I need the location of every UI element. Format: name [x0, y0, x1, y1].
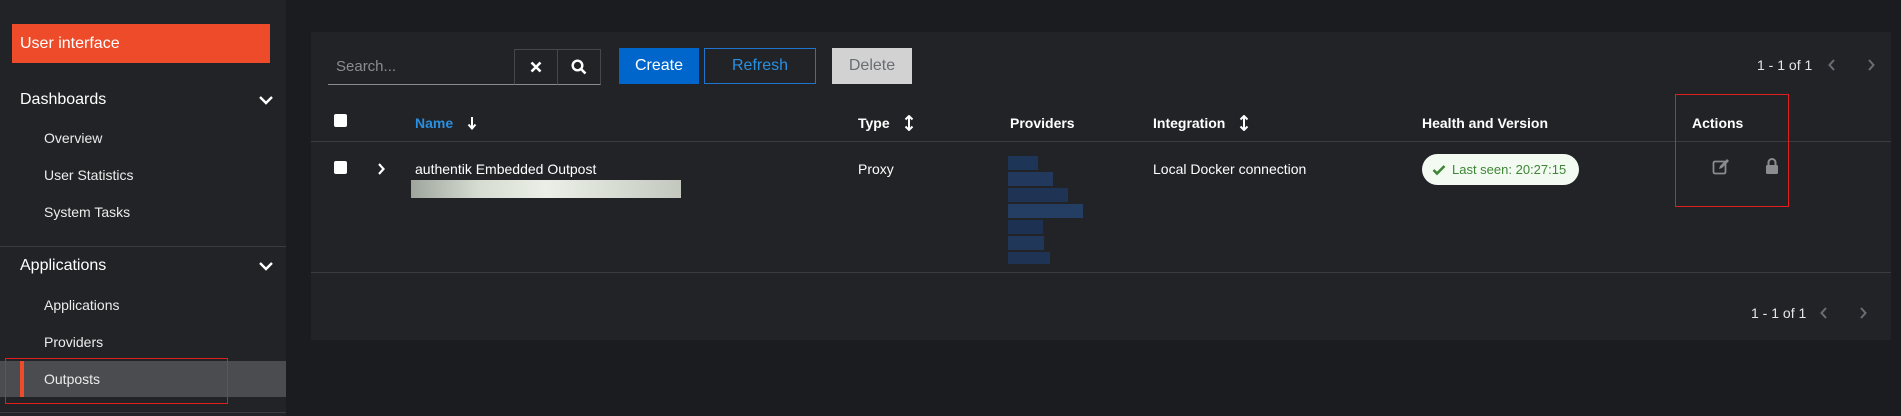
- column-header-actions: Actions: [1692, 115, 1744, 131]
- column-header-name[interactable]: Name: [415, 114, 477, 132]
- pagination-info-bottom: 1 - 1 of 1: [1751, 305, 1807, 321]
- sidebar-section-applications[interactable]: Applications: [20, 252, 274, 280]
- sidebar-section-dashboards[interactable]: Dashboards: [20, 86, 274, 114]
- search-icon: [571, 59, 587, 75]
- chevron-left-icon: [1820, 307, 1827, 319]
- outposts-card: Search... Create Refresh Delete 1 - 1 of…: [311, 32, 1891, 340]
- column-header-health: Health and Version: [1422, 115, 1549, 131]
- next-page-button[interactable]: [1863, 55, 1879, 75]
- row-divider: [311, 272, 1891, 273]
- header-divider: [311, 141, 1891, 142]
- search-button[interactable]: [557, 49, 601, 85]
- column-header-providers: Providers: [1010, 115, 1075, 131]
- check-icon: [1432, 164, 1446, 175]
- sidebar-item-providers[interactable]: Providers: [0, 325, 286, 359]
- pagination-info: 1 - 1 of 1: [1757, 57, 1813, 73]
- chevron-down-icon: [258, 252, 274, 280]
- next-page-button-bottom[interactable]: [1855, 303, 1871, 323]
- column-label: Type: [858, 115, 890, 131]
- search-input[interactable]: Search...: [328, 49, 514, 85]
- create-button[interactable]: Create: [619, 48, 699, 84]
- sort-down-icon: [467, 117, 477, 131]
- column-label: Integration: [1153, 115, 1226, 131]
- column-header-type[interactable]: Type: [858, 114, 914, 132]
- sidebar-item-outposts[interactable]: Outposts: [0, 361, 286, 397]
- view-deployment-info-button[interactable]: [1762, 156, 1782, 176]
- sidebar-item-system-tasks[interactable]: System Tasks: [0, 195, 286, 229]
- edit-icon: [1712, 159, 1729, 175]
- column-header-integration[interactable]: Integration: [1153, 114, 1249, 132]
- close-icon: [530, 61, 542, 73]
- sidebar-item-overview[interactable]: Overview: [0, 121, 286, 155]
- health-status-badge: Last seen: 20:27:15: [1422, 154, 1579, 185]
- delete-button[interactable]: Delete: [832, 48, 912, 84]
- sort-icon: [904, 114, 913, 132]
- sidebar-item-label: Outposts: [44, 371, 101, 387]
- sidebar-divider: [0, 246, 286, 247]
- sidebar-item-user-statistics[interactable]: User Statistics: [0, 158, 286, 192]
- clear-search-button[interactable]: [514, 49, 558, 85]
- sidebar-item-applications[interactable]: Applications: [0, 288, 286, 322]
- sort-icon: [1240, 114, 1249, 132]
- outpost-integration: Local Docker connection: [1153, 161, 1307, 177]
- outpost-type: Proxy: [858, 161, 894, 177]
- select-all-checkbox[interactable]: [334, 114, 347, 127]
- sidebar-section-label: Dashboards: [20, 91, 107, 108]
- lock-icon: [1766, 157, 1778, 174]
- redacted-outpost-id: [411, 180, 681, 198]
- chevron-right-icon: [378, 163, 385, 175]
- prev-page-button-bottom[interactable]: [1816, 303, 1832, 323]
- chevron-right-icon: [1868, 59, 1875, 71]
- active-indicator: [20, 361, 24, 397]
- outpost-name: authentik Embedded Outpost: [415, 161, 597, 177]
- sidebar-section-label: Applications: [20, 257, 107, 274]
- prev-page-button[interactable]: [1824, 55, 1840, 75]
- refresh-button[interactable]: Refresh: [704, 48, 816, 84]
- edit-button[interactable]: [1711, 157, 1731, 177]
- expand-row-button[interactable]: [373, 159, 389, 179]
- health-status-text: Last seen: 20:27:15: [1452, 162, 1567, 177]
- chevron-left-icon: [1828, 59, 1835, 71]
- user-interface-button[interactable]: User interface: [12, 24, 270, 63]
- sidebar: User interface Dashboards Overview User …: [0, 0, 286, 416]
- chevron-right-icon: [1860, 307, 1867, 319]
- chevron-down-icon: [258, 86, 274, 114]
- column-label: Name: [415, 115, 454, 131]
- sidebar-divider: [0, 412, 286, 413]
- row-checkbox[interactable]: [334, 161, 347, 174]
